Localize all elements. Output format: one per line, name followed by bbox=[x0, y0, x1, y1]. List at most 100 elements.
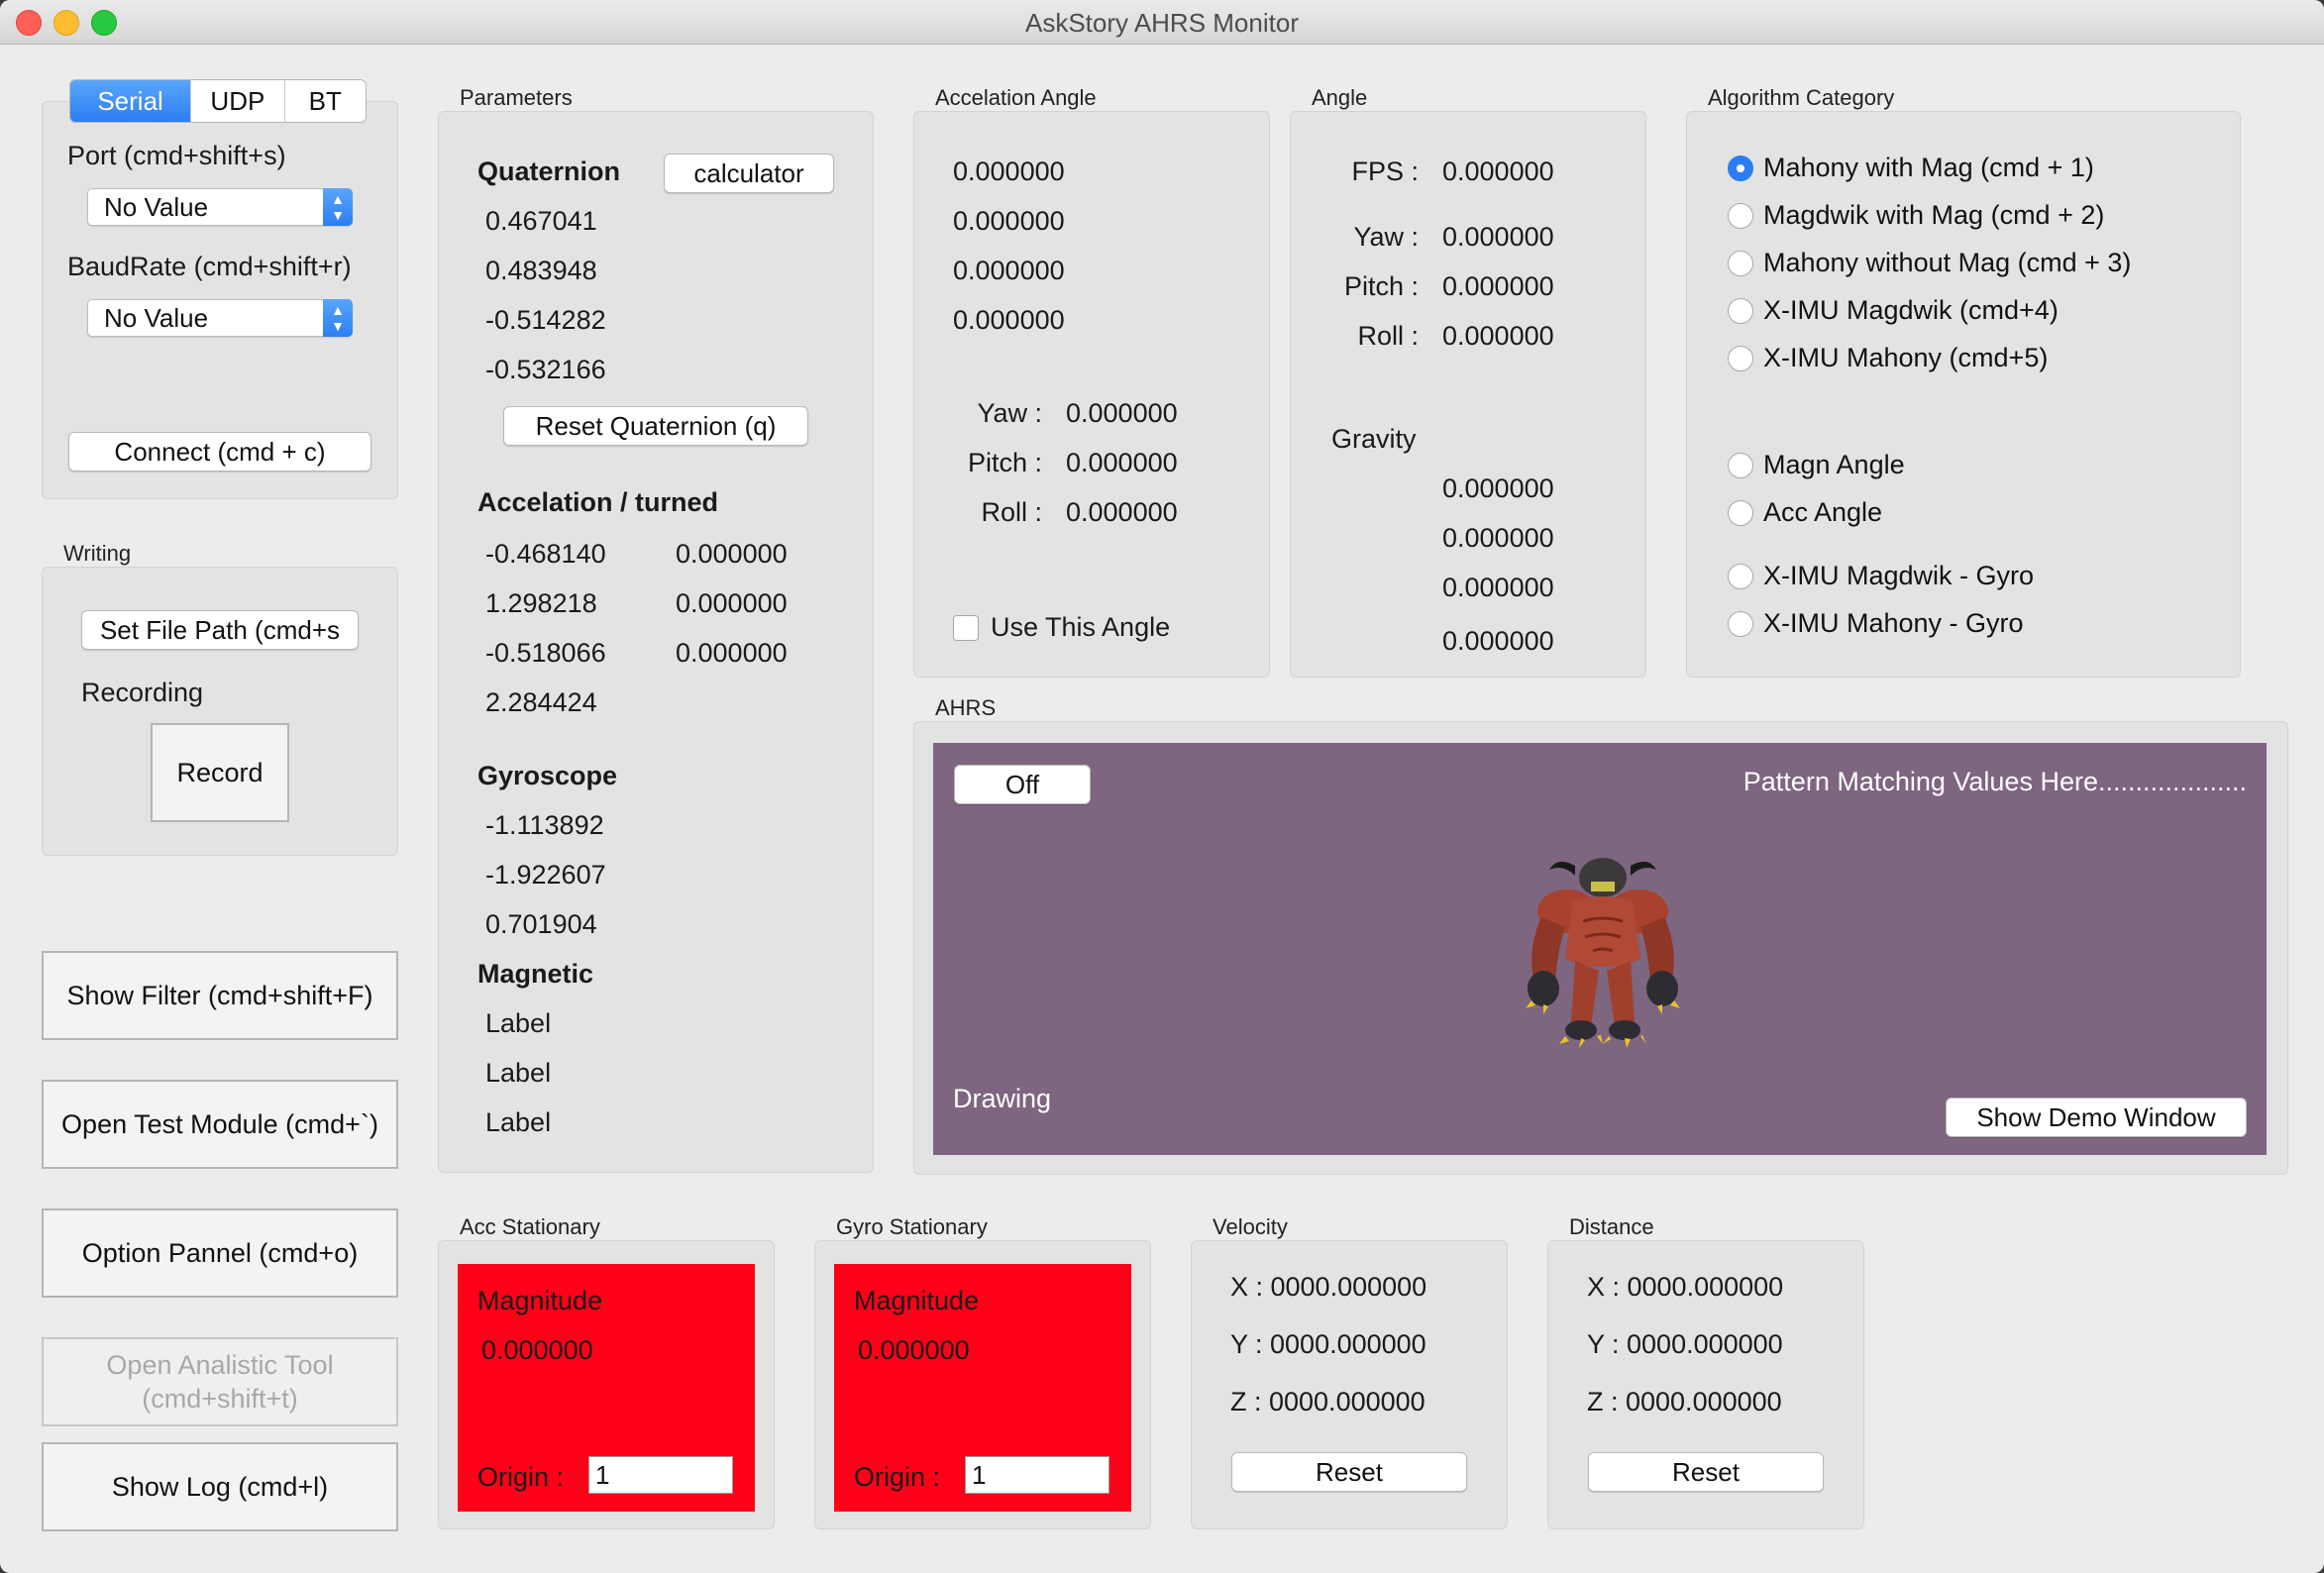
accel-angle-value-0: 0.000000 bbox=[953, 157, 1065, 186]
quaternion-w: 0.467041 bbox=[485, 206, 597, 236]
recording-label: Recording bbox=[81, 678, 204, 707]
tab-udp[interactable]: UDP bbox=[191, 80, 285, 122]
radio-label: X-IMU Magdwik - Gyro bbox=[1763, 561, 2035, 590]
show-log-button[interactable]: Show Log (cmd+l) bbox=[42, 1442, 398, 1531]
velocity-z: Z : 0000.000000 bbox=[1230, 1387, 1426, 1416]
gravity-label: Gravity bbox=[1331, 424, 1417, 454]
accel-yaw-value: 0.000000 bbox=[1066, 398, 1178, 428]
port-select[interactable]: No Value ▲ ▼ bbox=[87, 188, 353, 226]
radio-label: Acc Angle bbox=[1763, 497, 1883, 527]
writing-title: Writing bbox=[63, 541, 132, 566]
acc-stationary-title: Acc Stationary bbox=[460, 1214, 600, 1239]
checkbox-box bbox=[953, 614, 979, 641]
chevron-updown-icon: ▲ ▼ bbox=[323, 188, 353, 226]
gyro-origin-input[interactable]: 1 bbox=[965, 1456, 1109, 1494]
app-window: AskStory AHRS Monitor Serial UDP BT Port… bbox=[0, 0, 2324, 1573]
show-filter-button[interactable]: Show Filter (cmd+shift+F) bbox=[42, 951, 398, 1040]
pitch-value: 0.000000 bbox=[1442, 271, 1554, 301]
velocity-x: X : 0000.000000 bbox=[1230, 1272, 1427, 1302]
pitch-label: Pitch : bbox=[1343, 271, 1419, 301]
acc-origin-label: Origin : bbox=[477, 1462, 565, 1492]
connect-button[interactable]: Connect (cmd + c) bbox=[68, 432, 371, 472]
radio-icon bbox=[1728, 297, 1753, 324]
gravity-value-0: 0.000000 bbox=[1442, 473, 1554, 503]
radio-icon bbox=[1728, 250, 1753, 276]
title-bar: AskStory AHRS Monitor bbox=[0, 0, 2324, 45]
radio-label: Magdwik with Mag (cmd + 2) bbox=[1763, 200, 2105, 230]
quaternion-z: -0.532166 bbox=[485, 355, 606, 384]
radio-magn-angle[interactable]: Magn Angle bbox=[1728, 450, 1905, 480]
radio-acc-angle[interactable]: Acc Angle bbox=[1728, 497, 1882, 528]
distance-x: X : 0000.000000 bbox=[1587, 1272, 1784, 1302]
gyro-stationary-title: Gyro Stationary bbox=[836, 1214, 988, 1239]
algorithm-title: Algorithm Category bbox=[1708, 85, 1895, 110]
velocity-title: Velocity bbox=[1213, 1214, 1288, 1239]
quaternion-x: 0.483948 bbox=[485, 256, 597, 285]
magnetic-x: Label bbox=[485, 1008, 552, 1038]
magnetic-label: Magnetic bbox=[477, 959, 594, 989]
radio-ximu-mahony-gyro[interactable]: X-IMU Mahony - Gyro bbox=[1728, 608, 2024, 639]
window-title: AskStory AHRS Monitor bbox=[1025, 8, 1299, 38]
record-button[interactable]: Record bbox=[151, 723, 289, 822]
accel-yaw-label: Yaw : bbox=[977, 398, 1042, 428]
accel-col1-3: 2.284424 bbox=[485, 687, 597, 717]
gravity-value-2: 0.000000 bbox=[1442, 573, 1554, 602]
fps-label: FPS : bbox=[1351, 157, 1419, 186]
radio-ximu-mahony[interactable]: X-IMU Mahony (cmd+5) bbox=[1728, 343, 2048, 373]
baudrate-label: BaudRate (cmd+shift+r) bbox=[67, 252, 352, 281]
accel-col1-0: -0.468140 bbox=[485, 539, 606, 569]
port-select-value: No Value bbox=[104, 192, 209, 222]
distance-reset-button[interactable]: Reset bbox=[1588, 1452, 1824, 1492]
reset-quaternion-button[interactable]: Reset Quaternion (q) bbox=[503, 406, 808, 446]
tab-bt[interactable]: BT bbox=[285, 80, 366, 122]
tab-serial[interactable]: Serial bbox=[70, 80, 192, 122]
velocity-y: Y : 0000.000000 bbox=[1230, 1329, 1426, 1359]
baudrate-select[interactable]: No Value ▲ ▼ bbox=[87, 299, 353, 337]
connection-tabs: Serial UDP BT bbox=[69, 79, 367, 123]
calculator-button[interactable]: calculator bbox=[664, 154, 834, 193]
gyro-magnitude-label: Magnitude bbox=[854, 1286, 980, 1315]
set-file-path-button[interactable]: Set File Path (cmd+s bbox=[81, 610, 359, 650]
option-panel-button[interactable]: Option Pannel (cmd+o) bbox=[42, 1208, 398, 1298]
accel-col2-0: 0.000000 bbox=[676, 539, 788, 569]
radio-icon bbox=[1728, 563, 1753, 589]
ahrs-title: AHRS bbox=[935, 695, 997, 720]
accel-roll-label: Roll : bbox=[981, 497, 1042, 527]
analistic-line1: Open Analistic Tool bbox=[106, 1350, 334, 1380]
baudrate-select-value: No Value bbox=[104, 303, 209, 333]
algorithm-group bbox=[1686, 111, 2241, 678]
radio-label: Mahony with Mag (cmd + 1) bbox=[1763, 153, 2094, 182]
gyro-magnitude-value: 0.000000 bbox=[858, 1335, 970, 1365]
radio-ximu-magdwik[interactable]: X-IMU Magdwik (cmd+4) bbox=[1728, 295, 2059, 326]
velocity-reset-button[interactable]: Reset bbox=[1231, 1452, 1467, 1492]
accel-pitch-label: Pitch : bbox=[967, 448, 1042, 477]
accel-angle-value-3: 0.000000 bbox=[953, 305, 1065, 335]
use-this-angle-checkbox[interactable]: Use This Angle bbox=[953, 612, 1170, 643]
accelation-label: Accelation / turned bbox=[477, 487, 719, 517]
accel-angle-value-1: 0.000000 bbox=[953, 206, 1065, 236]
gyro-z: 0.701904 bbox=[485, 909, 597, 939]
gravity-value-3: 0.000000 bbox=[1442, 626, 1554, 656]
radio-icon bbox=[1728, 345, 1753, 371]
gyro-stationary-indicator: Magnitude 0.000000 Origin : 1 bbox=[834, 1264, 1131, 1512]
radio-mahony-with-mag[interactable]: Mahony with Mag (cmd + 1) bbox=[1728, 153, 2094, 183]
yaw-label: Yaw : bbox=[1353, 222, 1419, 252]
yaw-value: 0.000000 bbox=[1442, 222, 1554, 252]
accel-angle-title: Accelation Angle bbox=[935, 85, 1097, 110]
open-test-module-button[interactable]: Open Test Module (cmd+`) bbox=[42, 1080, 398, 1169]
radio-magdwik-with-mag[interactable]: Magdwik with Mag (cmd + 2) bbox=[1728, 200, 2104, 231]
parameters-title: Parameters bbox=[460, 85, 573, 110]
ahrs-toggle-button[interactable]: Off bbox=[954, 765, 1091, 804]
accel-angle-group bbox=[913, 111, 1270, 678]
acc-origin-input[interactable]: 1 bbox=[588, 1456, 733, 1494]
ahrs-canvas[interactable]: Off Pattern Matching Values Here........… bbox=[933, 743, 2267, 1155]
radio-mahony-without-mag[interactable]: Mahony without Mag (cmd + 3) bbox=[1728, 248, 2131, 278]
magnetic-z: Label bbox=[485, 1107, 552, 1137]
radio-ximu-magdwik-gyro[interactable]: X-IMU Magdwik - Gyro bbox=[1728, 561, 2034, 591]
radio-label: X-IMU Mahony - Gyro bbox=[1763, 608, 2024, 638]
demon-model-icon bbox=[1526, 858, 1680, 1048]
show-demo-window-button[interactable]: Show Demo Window bbox=[1946, 1098, 2247, 1137]
radio-icon bbox=[1728, 499, 1753, 526]
radio-label: X-IMU Magdwik (cmd+4) bbox=[1763, 295, 2059, 325]
radio-icon bbox=[1728, 452, 1753, 478]
